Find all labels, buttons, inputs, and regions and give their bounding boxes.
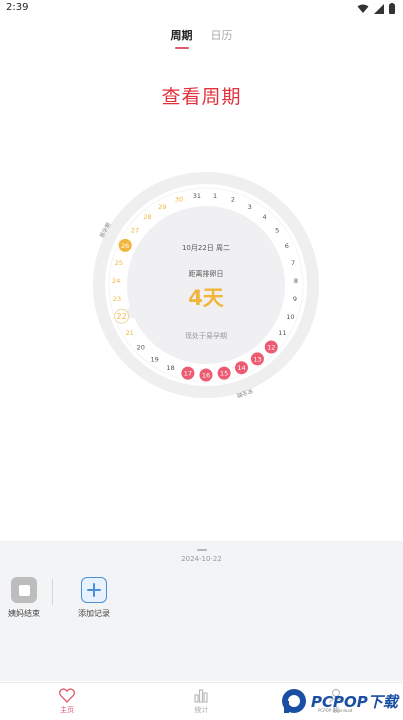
day-number[interactable]: 31 xyxy=(193,192,201,200)
day-number[interactable]: 15 xyxy=(220,370,228,378)
bar-chart-icon xyxy=(194,689,209,703)
status-time: 2:39 xyxy=(6,2,29,13)
drag-handle[interactable] xyxy=(197,549,207,551)
day-number[interactable]: 18 xyxy=(166,364,174,372)
current-date: 10月22日 周二 xyxy=(181,244,231,252)
day-number[interactable]: 13 xyxy=(253,355,261,363)
day-number[interactable]: 16 xyxy=(202,372,210,380)
nav-stats[interactable]: 统计 xyxy=(134,683,268,720)
day-number[interactable]: 28 xyxy=(143,213,151,221)
panel-date: 2024-10-22 xyxy=(181,555,222,563)
tab-calendar[interactable]: 日历 xyxy=(211,27,233,47)
status-bar: 2:39 xyxy=(0,0,403,18)
top-tabs: 周期 日历 xyxy=(0,27,403,47)
nav-stats-label: 统计 xyxy=(194,706,209,714)
watermark: PCPOP下载 PCPOP Download xyxy=(280,684,400,718)
day-number[interactable]: 7 xyxy=(291,259,295,267)
status-icons xyxy=(357,3,395,14)
record-panel: 2024-10-22 姨妈结束 添加记录 xyxy=(0,541,403,681)
signal-icon xyxy=(374,3,384,14)
ovulation-label: 距离排卵日 xyxy=(188,270,224,278)
day-number[interactable]: 4 xyxy=(263,213,267,221)
day-number[interactable]: 12 xyxy=(267,344,275,352)
action-divider xyxy=(52,579,53,605)
days-to-ovulation: 4天 xyxy=(188,286,224,310)
day-number[interactable]: 10 xyxy=(286,313,294,321)
day-number[interactable]: 27 xyxy=(131,226,139,234)
nav-home[interactable]: 主页 xyxy=(0,683,134,720)
stop-icon xyxy=(11,577,37,603)
phase-status: 现处于易孕期 xyxy=(185,332,227,340)
period-end-label: 姨妈结束 xyxy=(8,609,40,618)
day-number[interactable]: 1 xyxy=(213,192,217,200)
day-number[interactable]: 5 xyxy=(275,226,279,234)
period-end-button[interactable]: 姨妈结束 xyxy=(8,577,40,619)
day-number[interactable]: 25 xyxy=(115,259,123,267)
day-number[interactable]: 2 xyxy=(231,196,235,204)
day-number[interactable]: 22 xyxy=(117,312,127,321)
day-number[interactable]: 17 xyxy=(184,370,192,378)
day-number[interactable]: 3 xyxy=(248,203,252,211)
cycle-ring: 1 2 3 4 5 6 7 8 9 10 11 12 13 14 15 16 17 18 19 20 21 22 23 24 2… xyxy=(91,170,321,400)
add-record-button[interactable]: 添加记录 xyxy=(78,577,110,619)
wifi-icon xyxy=(357,4,369,13)
nav-home-label: 主页 xyxy=(60,706,75,714)
day-number[interactable]: 20 xyxy=(137,344,145,352)
day-number[interactable]: 14 xyxy=(237,364,245,372)
battery-icon xyxy=(389,3,395,14)
pcpop-logo-icon xyxy=(282,689,306,713)
heart-icon xyxy=(59,688,76,703)
day-number[interactable]: 19 xyxy=(150,355,158,363)
page-title: 查看周期 xyxy=(161,86,242,108)
plus-icon xyxy=(81,577,107,603)
tab-cycle[interactable]: 周期 xyxy=(171,27,193,47)
watermark-sub: PCPOP Download xyxy=(318,708,353,713)
day-number[interactable]: 30 xyxy=(175,196,183,204)
add-record-label: 添加记录 xyxy=(78,609,110,618)
day-number[interactable]: 29 xyxy=(158,203,166,211)
